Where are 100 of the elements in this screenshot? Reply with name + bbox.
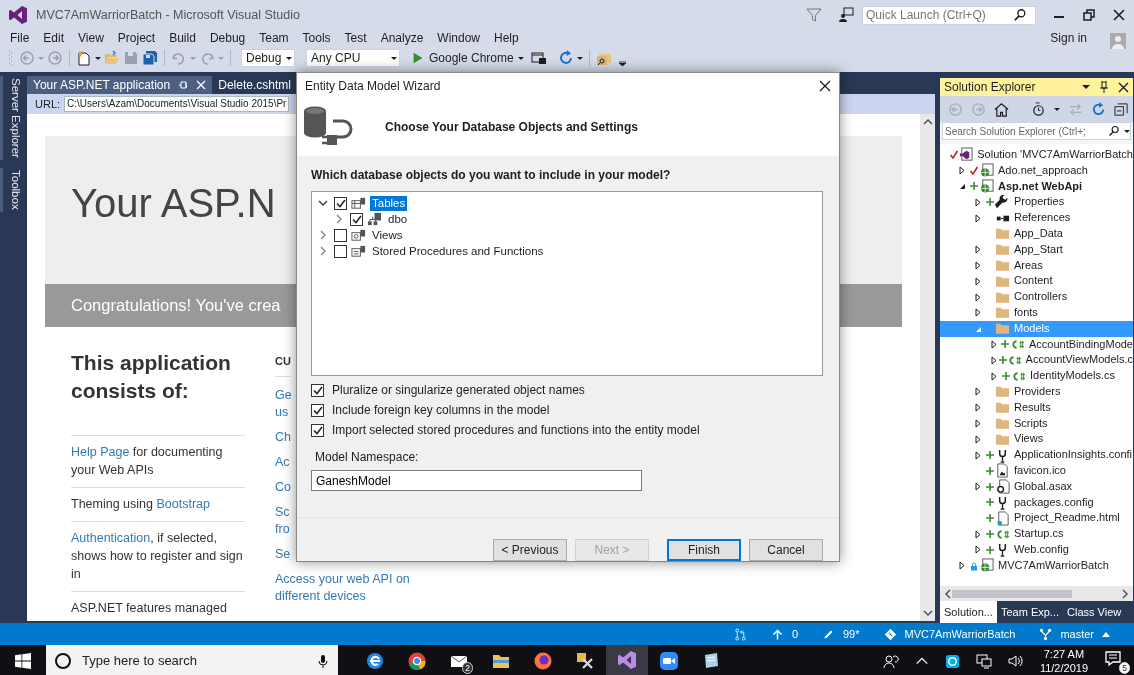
filter-icon[interactable]: [806, 7, 822, 23]
caret-icon[interactable]: [1124, 129, 1130, 133]
status-item[interactable]: [733, 627, 747, 641]
sign-in-link[interactable]: Sign in: [1043, 30, 1094, 46]
scroll-down-icon[interactable]: [922, 609, 933, 617]
document-tab[interactable]: Your ASP.NET application: [27, 76, 213, 94]
status-item[interactable]: 0: [770, 625, 798, 643]
menu-item[interactable]: File: [3, 30, 37, 46]
caret-icon[interactable]: [1054, 107, 1060, 111]
status-item[interactable]: MVC7AmWarriorBatch: [883, 625, 1016, 643]
chevron-down-icon[interactable]: [318, 198, 328, 208]
people-icon[interactable]: [882, 653, 899, 669]
pin-icon[interactable]: [1098, 81, 1110, 93]
search-input[interactable]: Type here to search: [80, 650, 290, 672]
close-icon[interactable]: [1112, 8, 1126, 22]
search-icon[interactable]: [1013, 8, 1027, 22]
restore-icon[interactable]: [1082, 8, 1096, 22]
collapsed-arrow-icon[interactable]: [974, 482, 982, 492]
link[interactable]: Bootstrap: [156, 497, 210, 511]
collapse-all-icon[interactable]: [1114, 101, 1129, 117]
collapsed-arrow-icon[interactable]: [974, 450, 982, 460]
start-icon[interactable]: [15, 653, 31, 669]
menu-item[interactable]: Analyze: [373, 30, 431, 46]
tree-row[interactable]: App_Data: [940, 226, 1133, 242]
checkbox[interactable]: [350, 212, 363, 226]
panel-tab[interactable]: Class View: [1063, 601, 1126, 623]
quick-launch-field[interactable]: Quick Launch (Ctrl+Q): [862, 5, 1036, 25]
tree-row[interactable]: Providers: [940, 383, 1133, 400]
new-item-icon[interactable]: [76, 50, 92, 66]
panel-tab[interactable]: Solution...: [940, 601, 997, 623]
feedback-icon[interactable]: [838, 7, 854, 23]
collapsed-arrow-icon[interactable]: [990, 339, 998, 349]
collapsed-arrow-icon[interactable]: [974, 213, 982, 223]
tree-row[interactable]: Startup.cs: [940, 526, 1133, 542]
tree-row[interactable]: IdentityModels.cs: [940, 368, 1133, 384]
tree-row[interactable]: References: [940, 210, 1133, 226]
menu-item[interactable]: View: [71, 30, 111, 46]
horizontal-scrollbar[interactable]: [940, 586, 1133, 601]
tree-row[interactable]: MVC7AmWarriorBatch: [940, 557, 1133, 574]
caret-icon[interactable]: [517, 56, 524, 60]
clock-button[interactable]: 7:27 AM 11/2/2019: [1039, 647, 1088, 675]
pin-icon[interactable]: [178, 79, 189, 91]
menu-item[interactable]: Project: [110, 30, 163, 46]
taskbar-app-button[interactable]: 2: [438, 645, 480, 675]
menu-item[interactable]: Build: [162, 30, 203, 46]
caret-icon[interactable]: [391, 56, 397, 60]
tree-row[interactable]: Solution 'MVC7AmWarriorBatch: [940, 147, 1133, 163]
tree-row[interactable]: Asp.net WebApi: [940, 178, 1133, 195]
link[interactable]: Sc fro: [275, 503, 290, 538]
chevron-right-icon[interactable]: [318, 230, 328, 240]
link[interactable]: Access your web API on different devices: [275, 570, 415, 605]
play-icon[interactable]: [411, 51, 425, 65]
collapsed-arrow-icon[interactable]: [974, 403, 982, 413]
close-icon[interactable]: [819, 79, 831, 92]
tree-row[interactable]: Ado.net_approach: [940, 162, 1133, 179]
search-field[interactable]: Search Solution Explorer (Ctrl+;: [942, 122, 1131, 140]
tree-item[interactable]: dbo: [386, 211, 410, 227]
caret-icon[interactable]: [286, 56, 292, 60]
chevron-right-icon[interactable]: [334, 214, 344, 224]
menu-item[interactable]: Edit: [36, 30, 72, 46]
tree-row[interactable]: Views: [940, 431, 1133, 448]
database-objects-tree[interactable]: Tables dbo Views Stored Procedures and Functions: [311, 191, 823, 376]
tree-row[interactable]: packages.config: [940, 494, 1133, 511]
microphone-icon[interactable]: [316, 654, 330, 668]
collapsed-arrow-icon[interactable]: [974, 276, 982, 286]
collapsed-arrow-icon[interactable]: [974, 292, 982, 302]
caret-icon[interactable]: [576, 56, 583, 60]
wizard-button[interactable]: < Previous: [493, 539, 567, 561]
chevron-right-icon[interactable]: [318, 246, 328, 256]
tree-row[interactable]: Areas: [940, 257, 1133, 274]
menu-item[interactable]: Help: [487, 30, 526, 46]
network-icon[interactable]: [975, 653, 992, 669]
panel-tab[interactable]: Team Exp...: [996, 601, 1063, 623]
taskbar-search-bar[interactable]: Type here to search: [46, 645, 338, 675]
checkbox[interactable]: [334, 196, 347, 210]
tree-row[interactable]: Global.asax: [940, 478, 1133, 495]
link[interactable]: Ge us: [275, 386, 292, 421]
tree-row[interactable]: Project_Readme.html: [940, 510, 1133, 527]
menu-item[interactable]: Debug: [202, 30, 253, 46]
configuration-dropdown[interactable]: Debug: [241, 49, 295, 67]
wizard-button[interactable]: Cancel: [749, 539, 823, 561]
link[interactable]: Ch: [275, 428, 291, 446]
volume-icon[interactable]: [1007, 653, 1024, 669]
vertical-scrollbar[interactable]: [920, 114, 935, 621]
history-icon[interactable]: [1031, 101, 1046, 117]
link[interactable]: Se: [275, 545, 291, 563]
checkbox[interactable]: [311, 383, 324, 397]
status-item[interactable]: master: [1039, 625, 1110, 643]
tree-row[interactable]: Properties: [940, 194, 1133, 211]
checkbox[interactable]: [334, 244, 347, 258]
collapsed-arrow-icon[interactable]: [958, 166, 966, 176]
collapsed-arrow-icon[interactable]: [990, 371, 998, 381]
refresh-icon[interactable]: [1091, 101, 1106, 117]
collapsed-arrow-icon[interactable]: [974, 529, 982, 539]
tree-row[interactable]: Content: [940, 273, 1133, 290]
caret-icon[interactable]: [95, 56, 101, 60]
checkbox[interactable]: [311, 423, 324, 437]
checkbox[interactable]: [334, 228, 347, 242]
collapsed-arrow-icon[interactable]: [974, 308, 982, 318]
collapsed-arrow-icon[interactable]: [974, 387, 982, 397]
